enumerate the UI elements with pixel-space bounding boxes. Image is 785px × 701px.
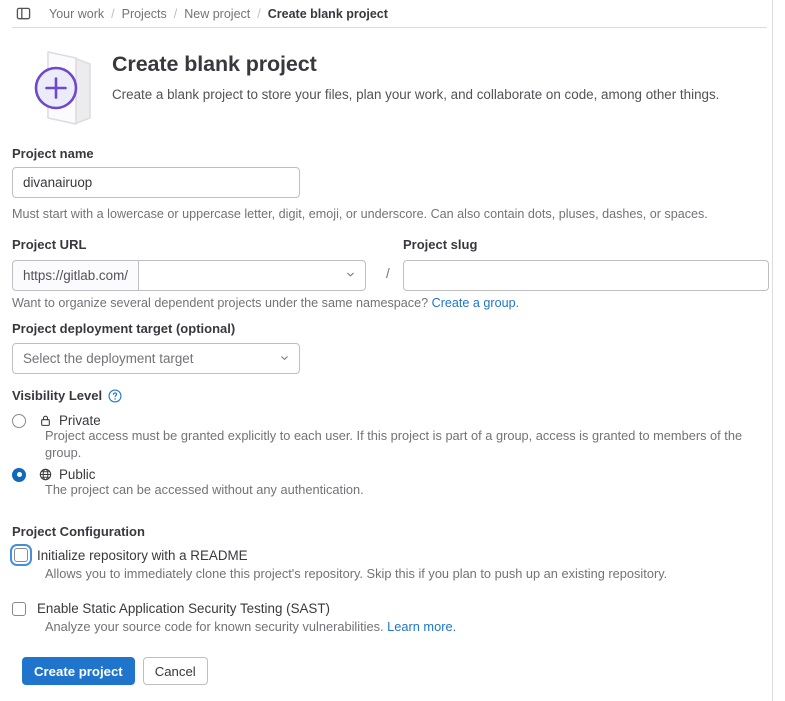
lock-icon [39, 414, 52, 427]
visibility-option-private[interactable]: Private Project access must be granted e… [12, 413, 762, 462]
project-name-label: Project name [12, 146, 94, 161]
visibility-option-private-description: Project access must be granted explicitl… [45, 428, 743, 460]
create-a-group-link[interactable]: Create a group. [432, 296, 520, 310]
breadcrumb-bar: Your work / Projects / New project / Cre… [0, 0, 772, 27]
page-right-border [772, 0, 773, 701]
page-description: Create a blank project to store your fil… [112, 87, 720, 102]
breadcrumb-item-new-project[interactable]: New project [184, 7, 250, 21]
create-project-button[interactable]: Create project [22, 657, 135, 685]
project-url-prefix: https://gitlab.com/ [12, 260, 138, 291]
globe-icon [39, 468, 52, 481]
chevron-down-icon [345, 267, 356, 285]
namespace-select[interactable] [137, 260, 366, 291]
deployment-target-label: Project deployment target (optional) [12, 321, 236, 336]
checkbox-readme[interactable] [14, 548, 28, 562]
visibility-option-private-label: Private [59, 413, 101, 428]
config-option-sast-head: Enable Static Application Security Testi… [12, 601, 762, 616]
config-option-readme-label: Initialize repository with a README [37, 547, 248, 563]
deployment-target-value: Select the deployment target [23, 351, 194, 366]
sast-learn-more-link[interactable]: Learn more. [387, 619, 456, 634]
breadcrumb: Your work / Projects / New project / Cre… [49, 7, 388, 21]
breadcrumb-item-current: Create blank project [267, 6, 388, 21]
visibility-option-public-description: The project can be accessed without any … [45, 482, 364, 497]
checkbox-sast[interactable] [12, 601, 26, 616]
config-option-readme: Initialize repository with a README Allo… [12, 546, 762, 583]
breadcrumb-separator: / [173, 6, 178, 21]
breadcrumb-separator: / [111, 6, 115, 21]
project-name-hint: Must start with a lowercase or uppercase… [12, 207, 708, 221]
page-header-text: Create blank project Create a blank proj… [112, 44, 719, 104]
checkbox-readme-focus-ring [12, 546, 30, 564]
breadcrumb-item-projects[interactable]: Projects [122, 7, 167, 21]
url-separator: / [386, 266, 390, 281]
visibility-option-public-label: Public [59, 467, 96, 482]
visibility-option-public-head: Public [12, 467, 762, 482]
cancel-button[interactable]: Cancel [142, 657, 208, 685]
radio-private[interactable] [12, 413, 26, 428]
config-option-sast: Enable Static Application Security Testi… [12, 601, 762, 636]
config-option-sast-label: Enable Static Application Security Testi… [37, 601, 331, 616]
breadcrumb-separator: / [257, 6, 261, 21]
config-option-sast-description: Analyze your source code for known secur… [45, 619, 762, 636]
radio-public[interactable] [12, 467, 26, 482]
project-url-label: Project URL [12, 237, 87, 252]
config-option-readme-head: Initialize repository with a README [12, 546, 762, 564]
create-blank-project-page: Your work / Projects / New project / Cre… [0, 0, 785, 701]
page-title: Create blank project [112, 52, 317, 76]
header-divider [12, 27, 767, 28]
config-option-sast-description-text: Analyze your source code for known secur… [45, 619, 384, 634]
namespace-hint-text: Want to organize several dependent proje… [12, 296, 429, 310]
chevron-down-icon [279, 351, 290, 366]
breadcrumb-item-your-work[interactable]: Your work [49, 7, 104, 21]
namespace-hint: Want to organize several dependent proje… [12, 295, 519, 312]
visibility-option-private-head: Private [12, 413, 762, 428]
page-header: Create blank project Create a blank proj… [12, 44, 762, 128]
project-slug-input[interactable] [403, 260, 769, 291]
sidebar-toggle-icon[interactable] [12, 3, 34, 25]
deployment-target-select[interactable]: Select the deployment target [12, 343, 300, 374]
config-option-readme-description: Allows you to immediately clone this pro… [45, 566, 668, 581]
project-url-group: https://gitlab.com/ [12, 260, 366, 291]
question-circle-icon[interactable] [108, 388, 122, 403]
deployment-target-wrap: Select the deployment target [12, 343, 300, 374]
form-actions: Create project Cancel [22, 657, 208, 685]
visibility-level-label: Visibility Level [12, 388, 103, 403]
visibility-option-public[interactable]: Public The project can be accessed witho… [12, 467, 762, 499]
project-name-input[interactable] [12, 167, 300, 198]
new-project-plus-icon [12, 44, 100, 128]
project-slug-label: Project slug [403, 237, 478, 252]
project-configuration-label: Project Configuration [12, 524, 145, 539]
visibility-level-heading: Visibility Level [12, 388, 122, 403]
